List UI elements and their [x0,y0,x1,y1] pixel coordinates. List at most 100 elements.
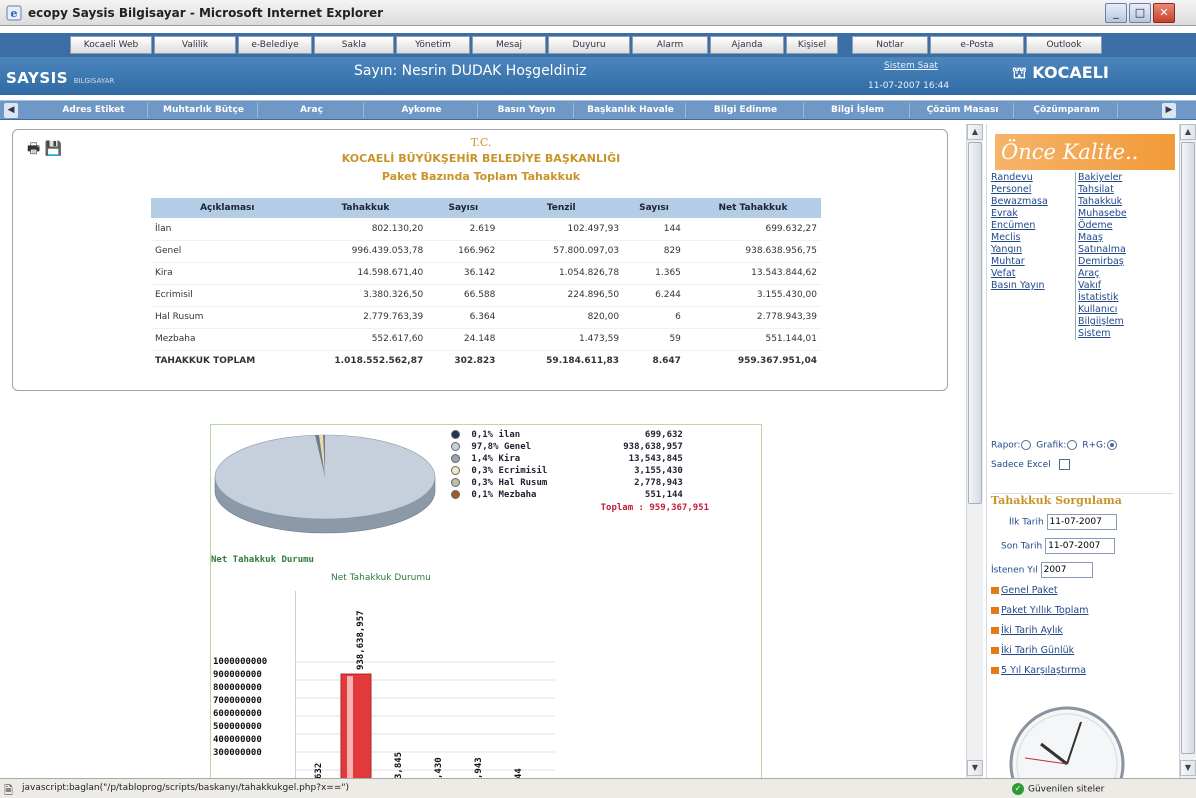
scroll-up-icon[interactable]: ▲ [967,124,983,140]
menu-personel[interactable]: Personel [991,184,1048,196]
menu-kullanici[interactable]: Kullanıcı [1078,304,1127,316]
status-bar: 🗎 javascript:baglan("/p/tabloprog/script… [0,778,1196,798]
sidebar-scrollbar[interactable]: ▲ ▼ [1179,124,1196,778]
menu-bakiyeler[interactable]: Bakiyeler [1078,172,1127,184]
bar-chart: 632 938,638,957 3,845 ,430 ,943 44 [295,591,555,778]
tab-kisisel[interactable]: Kişisel [786,36,838,54]
nav-left-arrow-icon[interactable]: ◀ [4,103,18,118]
link-label: Genel Paket [1001,585,1058,596]
link-paket-yillik-toplam[interactable]: Paket Yıllık Toplam [991,601,1089,621]
tab-sakla[interactable]: Sakla [314,36,394,54]
ilk-tarih-input[interactable] [1046,514,1117,530]
link-genel-paket[interactable]: Genel Paket [991,581,1089,601]
menu-satinalma[interactable]: Satınalma [1078,244,1127,256]
menu-demirbas[interactable]: Demirbaş [1078,256,1127,268]
scroll-thumb[interactable] [968,142,982,504]
tab-e-posta[interactable]: e-Posta [930,36,1024,54]
table-row: Hal Rusum 2.779.763,39 6.364 820,00 6 2.… [151,306,821,329]
module-basin-yayin[interactable]: Basın Yayın [480,103,574,118]
cell: 57.800.097,03 [499,240,624,263]
tab-yonetim[interactable]: Yönetim [396,36,470,54]
scroll-thumb[interactable] [1181,142,1195,754]
tab-duyuru[interactable]: Duyuru [548,36,630,54]
menu-bewazmasa[interactable]: Bewazmasa [991,196,1048,208]
tab-alarm[interactable]: Alarm [632,36,708,54]
yil-input[interactable] [1040,562,1093,578]
module-aykome[interactable]: Aykome [366,103,478,118]
tab-outlook[interactable]: Outlook [1026,36,1102,54]
cell: 820,00 [499,306,624,329]
scroll-up-icon[interactable]: ▲ [1180,124,1196,140]
page-icon: 🗎 [4,784,13,797]
menu-encumen[interactable]: Encümen [991,220,1048,232]
menu-bilgiislem[interactable]: Bilgiişlem [1078,316,1127,328]
tab-notlar[interactable]: Notlar [852,36,928,54]
query-links: Genel Paket Paket Yıllık Toplam İki Tari… [991,581,1089,681]
pie-chart [214,434,436,534]
scroll-down-icon[interactable]: ▼ [1180,760,1196,776]
tab-ajanda[interactable]: Ajanda [710,36,784,54]
menu-arac[interactable]: Araç [1078,268,1127,280]
module-muhtarlik-butce[interactable]: Muhtarlık Bütçe [150,103,258,118]
menu-tahsilat[interactable]: Tahsilat [1078,184,1127,196]
cell: 59 [623,328,685,351]
link-iki-tarih-gunluk[interactable]: İki Tarih Günlük [991,641,1089,661]
top-nav: Kocaeli Web Valilik e-Belediye Sakla Yön… [0,33,1196,57]
tab-mesaj[interactable]: Mesaj [472,36,546,54]
maximize-button[interactable]: □ [1129,3,1151,23]
module-adres-etiket[interactable]: Adres Etiket [40,103,148,118]
rapor-radio[interactable] [1021,440,1032,450]
menu-basin-yayin[interactable]: Basın Yayın [991,280,1048,292]
quality-banner: Önce Kalite.. [995,134,1175,170]
module-bilgi-edinme[interactable]: Bilgi Edinme [688,103,804,118]
menu-vefat[interactable]: Vefat [991,268,1048,280]
menu-evrak[interactable]: Evrak [991,208,1048,220]
menu-yangin[interactable]: Yangın [991,244,1048,256]
cell: 302.823 [454,356,496,367]
close-button[interactable]: ✕ [1153,3,1175,23]
module-cozum-masasi[interactable]: Çözüm Masası [912,103,1014,118]
cell: 6.244 [623,284,685,307]
module-arac[interactable]: Araç [260,103,364,118]
link-iki-tarih-aylik[interactable]: İki Tarih Aylık [991,621,1089,641]
menu-meclis[interactable]: Meclis [991,232,1048,244]
link-label: Paket Yıllık Toplam [1001,605,1089,616]
menu-odeme[interactable]: Ödeme [1078,220,1127,232]
rg-radio[interactable] [1107,440,1118,450]
link-5-yil[interactable]: 5 Yıl Karşılaştırma [991,661,1089,681]
menu-vakif[interactable]: Vakıf [1078,280,1127,292]
menu-muhtar[interactable]: Muhtar [991,256,1048,268]
module-cozumparam[interactable]: Çözümparam [1016,103,1118,118]
legend-value: 551,144 [644,490,683,500]
cell: 1.018.552.562,87 [334,356,424,367]
module-bilgi-islem[interactable]: Bilgi İşlem [806,103,910,118]
menu-maas[interactable]: Maaş [1078,232,1127,244]
minimize-button[interactable]: _ [1105,3,1127,23]
check-icon: ✓ [1012,783,1024,795]
legend-pct: 97,8% [471,442,499,452]
menu-sistem[interactable]: Sistem [1078,328,1127,340]
system-time-link[interactable]: Sistem Saat [884,61,938,71]
menu-istatistik[interactable]: İstatistik [1078,292,1127,304]
menu-randevu[interactable]: Randevu [991,172,1048,184]
scroll-down-icon[interactable]: ▼ [967,760,983,776]
menu-muhasebe[interactable]: Muhasebe [1078,208,1127,220]
content-scrollbar[interactable]: ▲ ▼ [966,124,983,778]
excel-checkbox[interactable] [1058,459,1070,470]
son-tarih-input[interactable] [1045,538,1116,554]
bar-label: ,430 [434,757,444,778]
cell: 2.619 [427,218,500,241]
nav-right-arrow-icon[interactable]: ▶ [1162,103,1176,118]
legend-pct: 0,1% [471,430,494,440]
col-net-tahakkuk: Net Tahakkuk [684,198,821,218]
grafik-radio[interactable] [1067,440,1078,450]
security-zone: ✓ Güvenilen siteler [1012,783,1104,795]
svg-text:e: e [11,7,18,20]
tab-valilik[interactable]: Valilik [154,36,236,54]
module-baskanlik-havale[interactable]: Başkanlık Havale [576,103,686,118]
ie-icon: e [6,5,22,21]
chart-area: 0,1% ilan 699,632 97,8% Genel 938,638,95… [210,424,762,778]
tab-kocaeli-web[interactable]: Kocaeli Web [70,36,152,54]
tab-e-belediye[interactable]: e-Belediye [238,36,312,54]
menu-tahakkuk[interactable]: Tahakkuk [1078,196,1127,208]
